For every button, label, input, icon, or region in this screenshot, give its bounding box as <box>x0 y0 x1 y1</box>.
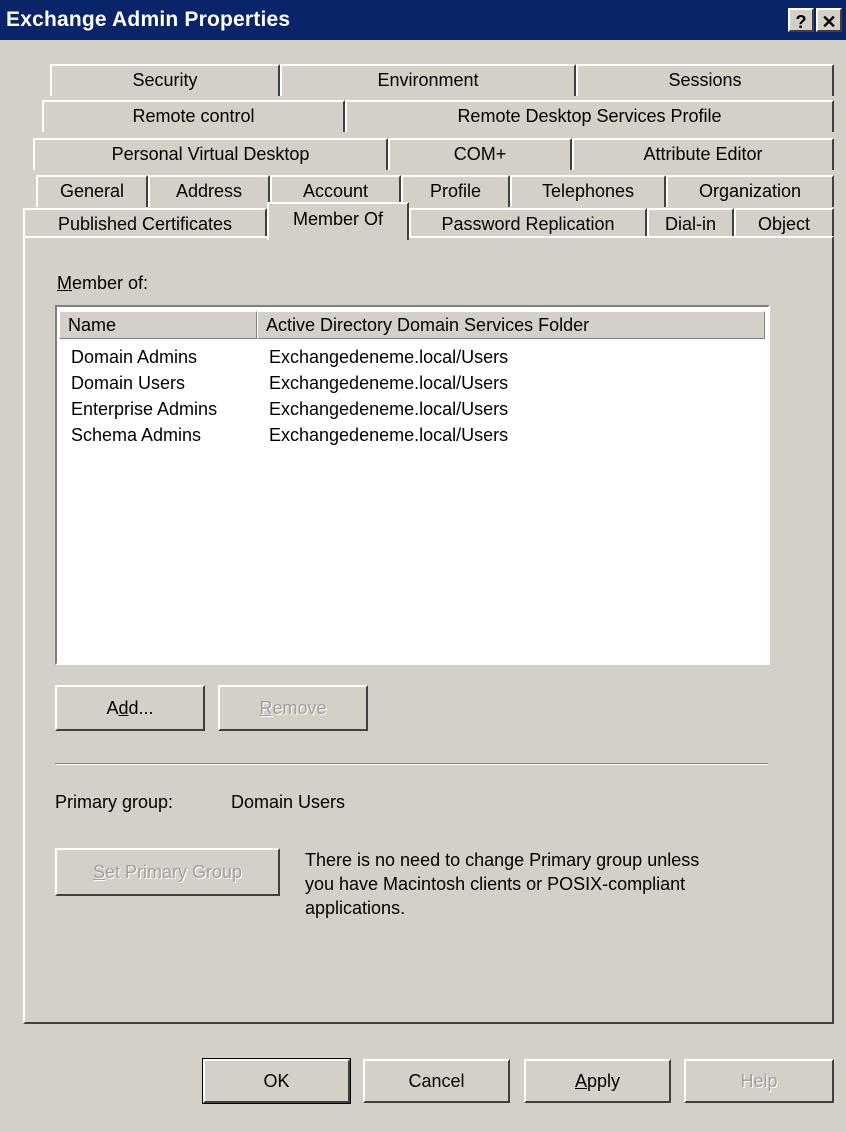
info-line: applications. <box>305 898 406 918</box>
info-line: There is no need to change Primary group… <box>305 850 700 870</box>
help-icon[interactable]: ? <box>788 8 814 32</box>
tab-general[interactable]: General <box>36 175 148 207</box>
group-name: Enterprise Admins <box>71 399 218 419</box>
tab-attribute-editor[interactable]: Attribute Editor <box>572 138 834 170</box>
tab-remote-control[interactable]: Remote control <box>42 100 345 132</box>
group-folder: Exchangedeneme.local/Users <box>269 399 509 419</box>
tab-telephones[interactable]: Telephones <box>510 175 666 207</box>
list-item[interactable]: Schema Admins Exchangedeneme.local/Users <box>71 425 751 451</box>
list-item[interactable]: Domain Admins Exchangedeneme.local/Users <box>71 347 751 373</box>
set-primary-group-button[interactable]: Set Primary Group <box>55 848 280 896</box>
group-name: Domain Admins <box>71 347 198 367</box>
apply-button[interactable]: Apply <box>524 1059 671 1103</box>
remove-button[interactable]: Remove <box>218 685 368 731</box>
column-header-name[interactable]: Name <box>59 311 257 339</box>
tab-personal-virtual-desktop[interactable]: Personal Virtual Desktop <box>33 138 388 170</box>
ok-button[interactable]: OK <box>202 1058 351 1104</box>
close-icon[interactable]: ✕ <box>816 8 842 32</box>
info-line: you have Macintosh clients or POSIX-comp… <box>305 874 686 894</box>
tab-security[interactable]: Security <box>50 64 280 96</box>
list-item[interactable]: Domain Users Exchangedeneme.local/Users <box>71 373 751 399</box>
tab-environment[interactable]: Environment <box>280 64 576 96</box>
tab-com-plus[interactable]: COM+ <box>388 138 572 170</box>
tab-member-of[interactable]: Member Of <box>267 202 409 240</box>
column-header-folder[interactable]: Active Directory Domain Services Folder <box>257 311 765 339</box>
primary-group-label: Primary group: <box>55 792 174 812</box>
help-button[interactable]: Help <box>684 1059 834 1103</box>
cancel-button[interactable]: Cancel <box>363 1059 510 1103</box>
window-title: Exchange Admin Properties <box>6 8 291 31</box>
primary-group-value: Domain Users <box>231 792 346 812</box>
group-name: Schema Admins <box>71 425 202 445</box>
title-bar: Exchange Admin Properties ? ✕ <box>0 0 846 40</box>
group-folder: Exchangedeneme.local/Users <box>269 347 509 367</box>
add-button[interactable]: Add... <box>55 685 205 731</box>
tab-remote-desktop-services-profile[interactable]: Remote Desktop Services Profile <box>345 100 834 132</box>
member-of-label: Member of: <box>57 273 149 293</box>
separator <box>55 763 768 765</box>
group-folder: Exchangedeneme.local/Users <box>269 425 509 445</box>
tab-sessions[interactable]: Sessions <box>576 64 834 96</box>
tab-address[interactable]: Address <box>148 175 270 207</box>
list-item[interactable]: Enterprise Admins Exchangedeneme.local/U… <box>71 399 751 425</box>
group-folder: Exchangedeneme.local/Users <box>269 373 509 393</box>
tab-organization[interactable]: Organization <box>666 175 834 207</box>
group-name: Domain Users <box>71 373 186 393</box>
primary-group-info: There is no need to change Primary group… <box>305 848 795 920</box>
tab-profile[interactable]: Profile <box>401 175 510 207</box>
member-of-list[interactable]: Name Active Directory Domain Services Fo… <box>55 305 770 665</box>
